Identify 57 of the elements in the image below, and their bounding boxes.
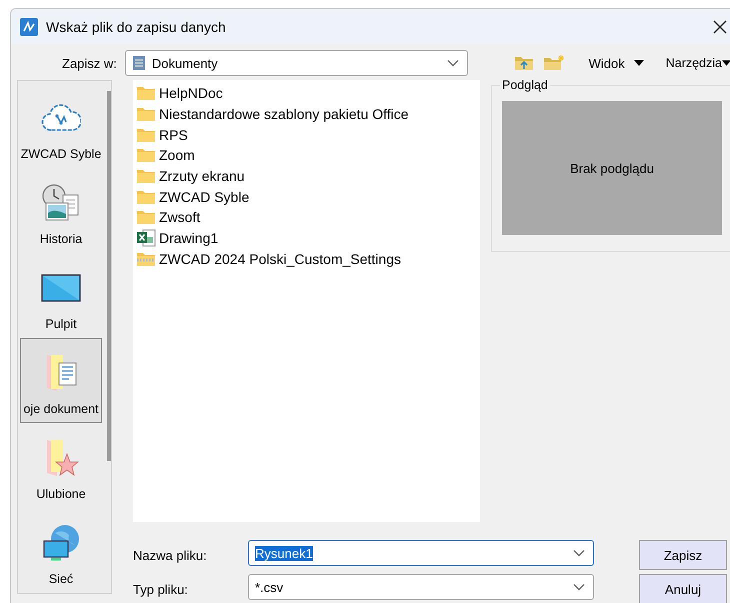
file-name-label: Nazwa pliku:: [133, 548, 208, 562]
file-name[interactable]: ZWCAD Syble: [159, 188, 250, 205]
save-in-label: Zapisz w:: [61, 56, 118, 70]
file-name[interactable]: Drawing1: [159, 230, 218, 246]
chevron-down-icon[interactable]: [573, 583, 585, 591]
file-name[interactable]: Zrzuty ekranu: [159, 168, 245, 184]
folder-icon: [136, 126, 156, 143]
place-item[interactable]: Sieć: [20, 508, 102, 593]
place-item[interactable]: ZWCAD Syble: [20, 83, 102, 168]
app-logo-icon: [20, 18, 38, 36]
folder-icon: [136, 188, 156, 205]
spreadsheet-icon: [136, 229, 156, 248]
place-item[interactable]: Historia: [20, 168, 102, 253]
place-item[interactable]: Ulubione: [20, 423, 102, 508]
place-label: Historia: [40, 232, 82, 246]
view-menu[interactable]: Widok: [588, 56, 625, 70]
folder-icon: [136, 106, 156, 122]
folder-up-icon[interactable]: [514, 55, 534, 71]
network-icon[interactable]: [41, 522, 81, 562]
place-label: oje dokument: [23, 402, 99, 416]
window-title: Wskaż plik do zapisu danych: [46, 18, 227, 34]
chevron-down-icon[interactable]: [573, 549, 585, 557]
no-preview-text: Brak podglądu: [570, 160, 654, 176]
file-name[interactable]: Zoom: [159, 147, 195, 164]
place-label: ZWCAD Syble: [20, 147, 102, 161]
caret-down-icon[interactable]: [634, 60, 644, 66]
place-item[interactable]: Pulpit: [20, 253, 102, 338]
file-name[interactable]: HelpNDoc: [159, 85, 223, 102]
place-label: Pulpit: [45, 317, 77, 331]
caret-down-icon[interactable]: [722, 60, 730, 66]
save-in-dropdown[interactable]: Dokumenty: [124, 50, 468, 76]
file-name[interactable]: RPS: [159, 126, 188, 143]
tools-menu[interactable]: Narzędzia: [666, 56, 722, 70]
file-type-label: Typ pliku:: [133, 582, 189, 596]
folder-icon: [136, 209, 156, 226]
file-name[interactable]: ZWCAD 2024 Polski_Custom_Settings: [159, 250, 401, 267]
monitor-icon[interactable]: [41, 274, 81, 302]
history-icon[interactable]: [41, 182, 81, 222]
place-item[interactable]: oje dokument: [20, 338, 102, 423]
document-icon: [132, 55, 146, 71]
scrollbar-thumb[interactable]: [107, 91, 111, 461]
folder-icon: [136, 168, 156, 184]
zipped-folder-icon: [136, 250, 156, 267]
preview-title: Podgląd: [500, 78, 550, 92]
file-type-dropdown[interactable]: *.csv: [248, 574, 594, 600]
cancel-button[interactable]: Anuluj: [639, 574, 727, 603]
close-icon[interactable]: [713, 20, 727, 34]
cloud-icon[interactable]: [41, 102, 81, 132]
folder-icon: [136, 147, 156, 164]
place-label: Sieć: [48, 572, 74, 586]
chevron-down-icon[interactable]: [446, 59, 459, 67]
file-name-field[interactable]: Rysunek1: [248, 540, 594, 566]
save-button[interactable]: Zapisz: [639, 540, 727, 570]
place-label: Ulubione: [36, 487, 86, 501]
folder-icon: [136, 85, 156, 102]
file-name[interactable]: Zwsoft: [159, 209, 200, 226]
file-name[interactable]: Niestandardowe szablony pakietu Office: [159, 106, 409, 122]
